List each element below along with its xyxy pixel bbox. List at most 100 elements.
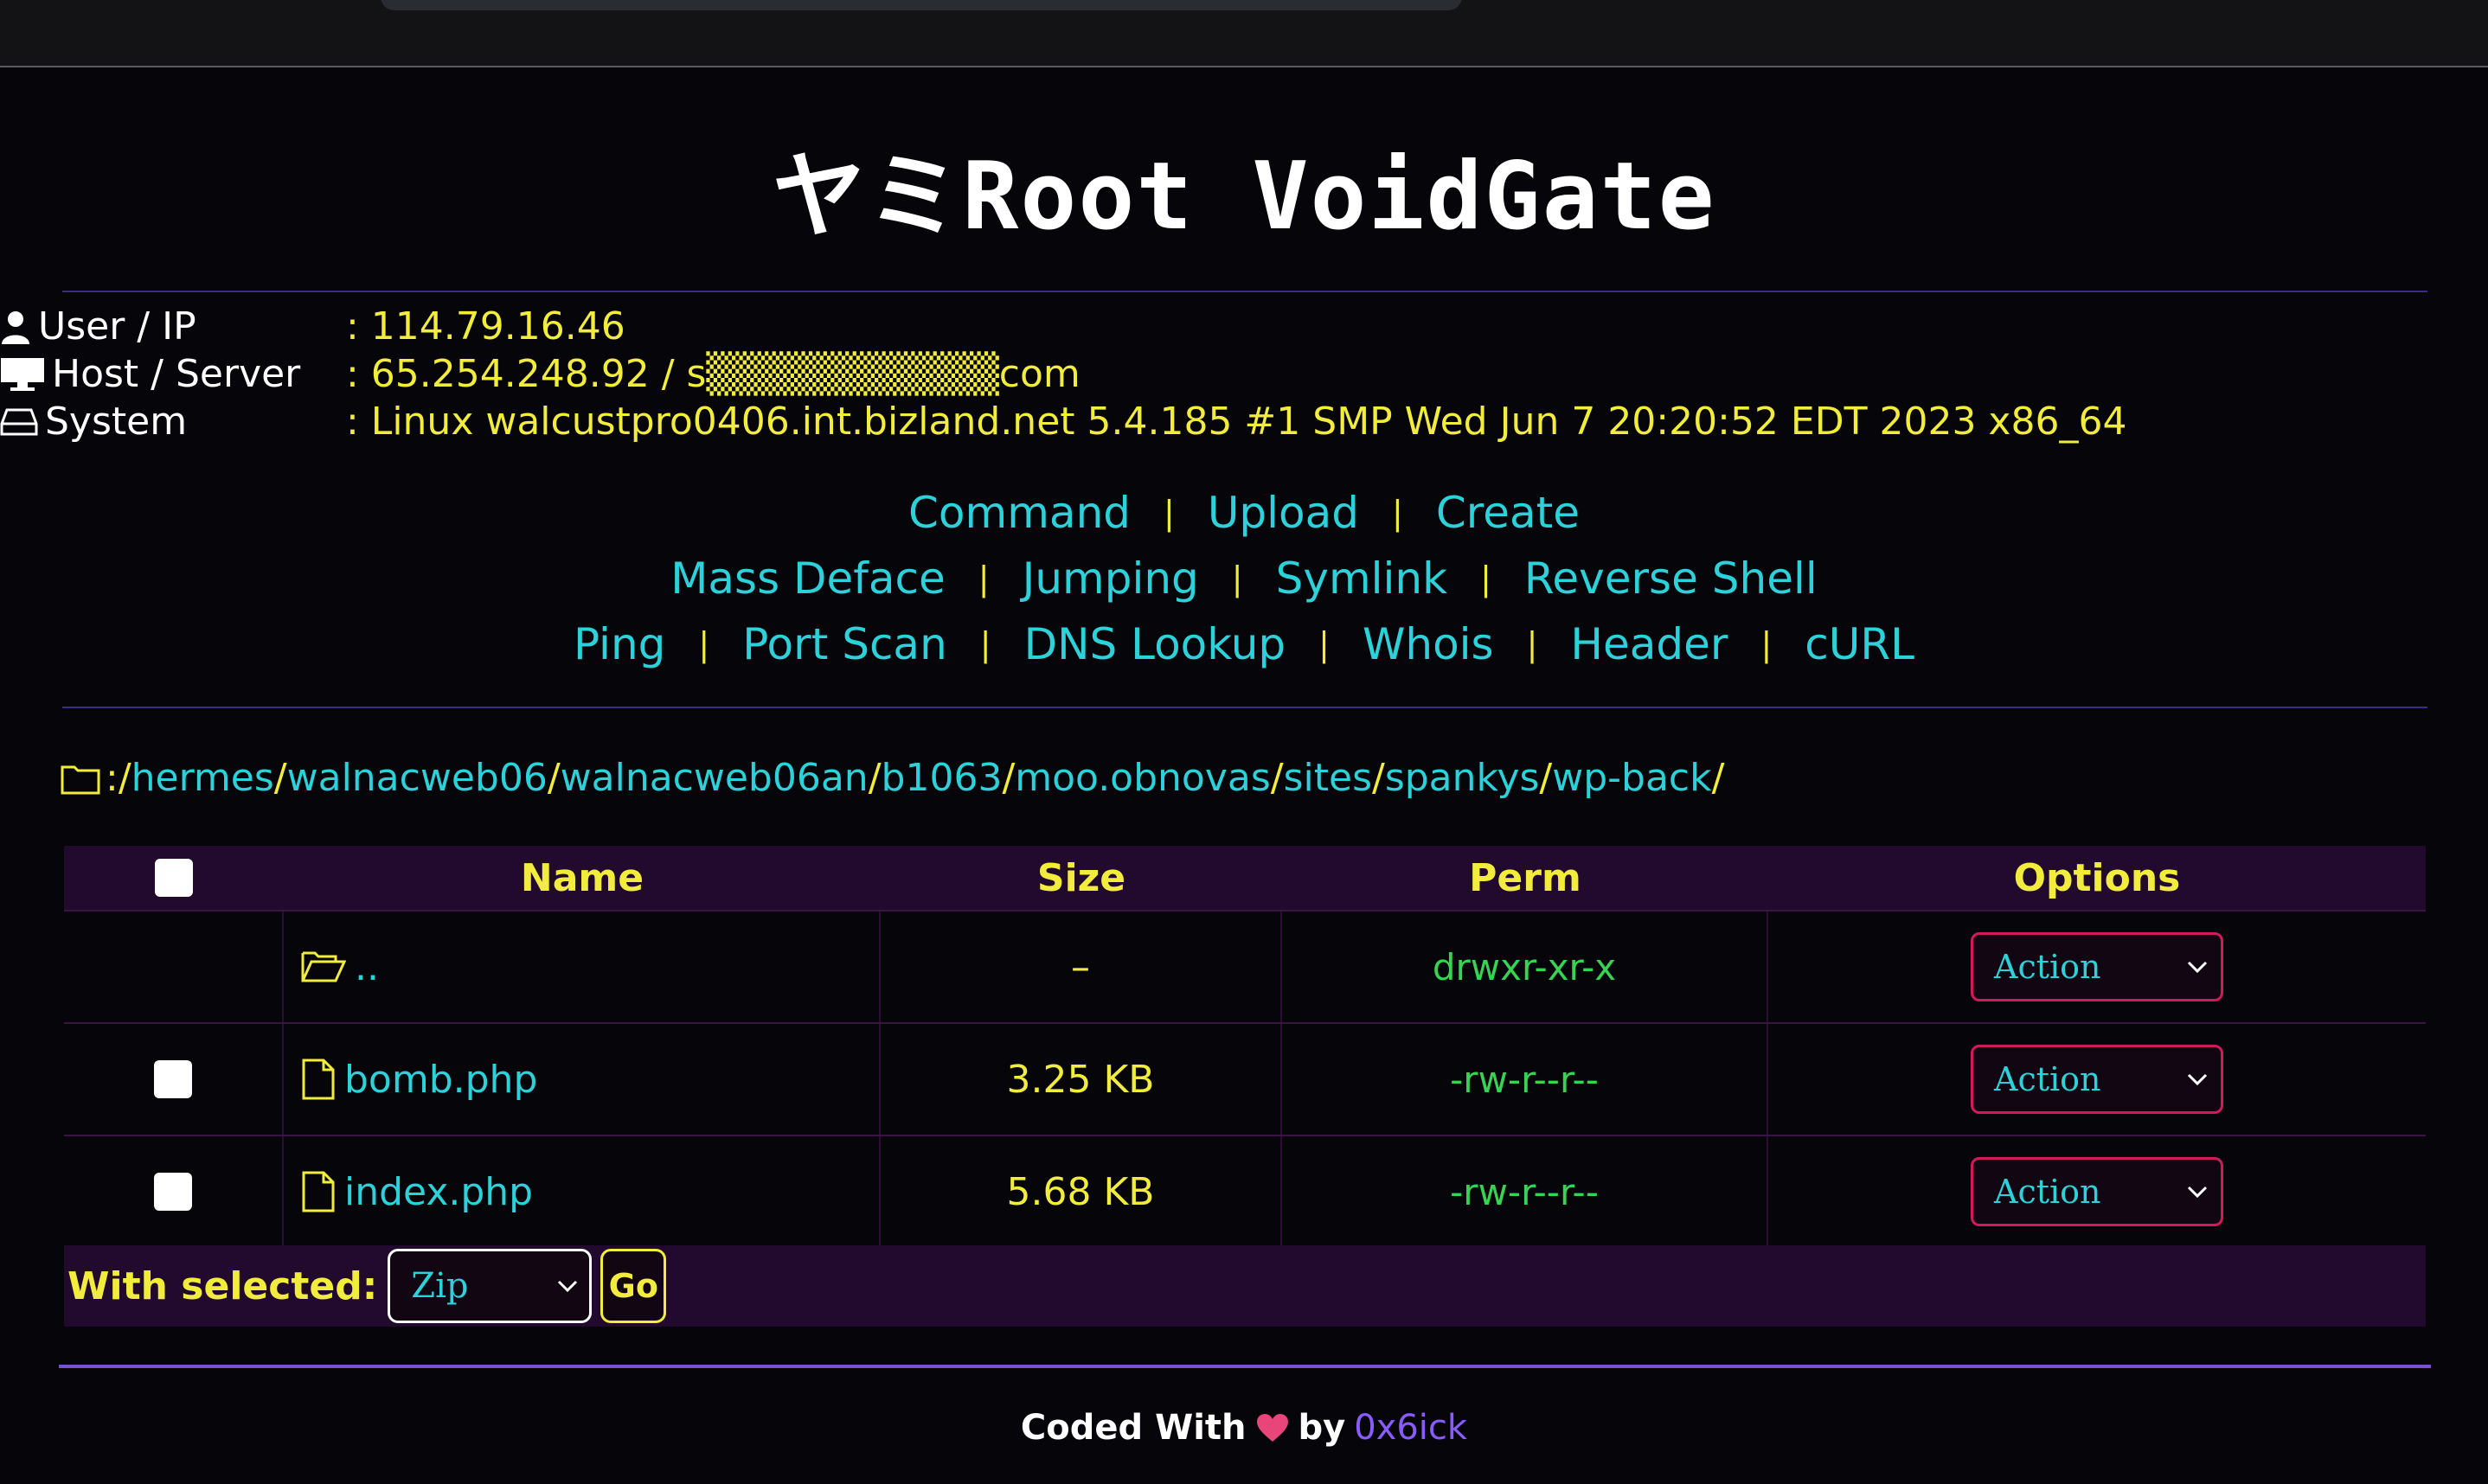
nav-separator: | [1318, 625, 1330, 663]
breadcrumb: : / hermes / walnacweb06 / walnacweb06an… [61, 756, 1724, 800]
chevron-down-icon [2187, 1073, 2208, 1086]
nav-line-2: Mass Deface | Jumping | Symlink | Revers… [0, 546, 2488, 611]
path-sep: / [1539, 756, 1553, 800]
table-row: index.php 5.68 KB -rw-r--r-- Action [64, 1136, 2426, 1249]
info-value-system: : Linux walcustpro0406.int.bizland.net 5… [346, 400, 2127, 444]
path-sep: / [273, 756, 287, 800]
monitor-icon [1, 357, 44, 391]
info-value-user: : 114.79.16.46 [346, 304, 625, 349]
path-sep: / [118, 756, 131, 800]
tool-nav: Command | Upload | Create Mass Deface | … [0, 480, 2488, 677]
nav-separator: | [1164, 494, 1175, 532]
path-sep: / [868, 756, 882, 800]
path-segment[interactable]: spankys [1385, 756, 1540, 800]
chevron-down-icon [2187, 1186, 2208, 1199]
chevron-down-icon [2187, 961, 2208, 974]
nav-dns-lookup[interactable]: DNS Lookup [1024, 611, 1286, 677]
nav-separator: | [1526, 625, 1538, 663]
bulk-action-bar: With selected: Zip Go [64, 1245, 2426, 1327]
path-sep: / [1270, 756, 1284, 800]
nav-curl[interactable]: cURL [1805, 611, 1914, 677]
header-options: Options [2013, 855, 2181, 900]
file-perm[interactable]: -rw-r--r-- [1282, 1136, 1768, 1247]
file-name-link[interactable]: index.php [344, 1170, 533, 1214]
header-size: Size [1036, 855, 1126, 900]
nav-line-1: Command | Upload | Create [0, 480, 2488, 546]
file-perm[interactable]: -rw-r--r-- [1282, 1024, 1768, 1135]
path-sep: / [1711, 756, 1725, 800]
divider-bottom [59, 1365, 2431, 1368]
path-prefix: : [106, 756, 119, 800]
action-select-value: Action [1994, 1060, 2101, 1098]
path-sep: / [547, 756, 561, 800]
action-select-value: Action [1994, 1173, 2101, 1211]
file-size: 3.25 KB [881, 1024, 1282, 1135]
action-select[interactable]: Action [1971, 932, 2223, 1001]
info-value-host: : 65.254.248.92 / s▒▒▒▒▒▒▒▒▒▒com [346, 352, 1080, 396]
nav-separator: | [1760, 625, 1773, 663]
path-segment[interactable]: hermes [131, 756, 274, 800]
file-size: 5.68 KB [881, 1136, 1282, 1247]
table-row: bomb.php 3.25 KB -rw-r--r-- Action [64, 1024, 2426, 1136]
nav-header[interactable]: Header [1570, 611, 1728, 677]
action-select[interactable]: Action [1971, 1045, 2223, 1114]
nav-separator: | [979, 625, 991, 663]
file-perm[interactable]: drwxr-xr-x [1282, 912, 1768, 1022]
path-segment[interactable]: moo.obnovas [1015, 756, 1271, 800]
page-title: ヤミRoot VoidGate [772, 143, 1716, 251]
credit-by: by [1298, 1408, 1346, 1448]
divider-middle [62, 707, 2427, 708]
path-segment[interactable]: sites [1284, 756, 1372, 800]
path-segment[interactable]: walnacweb06an [561, 756, 869, 800]
path-segment[interactable]: wp-back [1552, 756, 1711, 800]
nav-upload[interactable]: Upload [1208, 480, 1359, 546]
bulk-action-select[interactable]: Zip [388, 1249, 593, 1323]
action-select[interactable]: Action [1971, 1157, 2223, 1226]
file-table: Name Size Perm Options .. – drwxr-xr-x A… [64, 846, 2426, 1249]
nav-command[interactable]: Command [908, 480, 1131, 546]
row-checkbox[interactable] [154, 1173, 192, 1211]
user-icon [2, 310, 29, 344]
header-name: Name [520, 855, 644, 900]
nav-reverse-shell[interactable]: Reverse Shell [1524, 546, 1818, 611]
nav-create[interactable]: Create [1436, 480, 1580, 546]
nav-port-scan[interactable]: Port Scan [742, 611, 947, 677]
author-link[interactable]: 0x6ick [1354, 1408, 1467, 1448]
file-icon [302, 1059, 335, 1100]
row-checkbox[interactable] [154, 1060, 192, 1098]
drive-icon [0, 408, 38, 435]
nav-separator: | [1231, 560, 1243, 598]
divider-top [62, 291, 2427, 292]
nav-ping[interactable]: Ping [574, 611, 665, 677]
nav-symlink[interactable]: Symlink [1276, 546, 1447, 611]
table-row: .. – drwxr-xr-x Action [64, 912, 2426, 1024]
go-button[interactable]: Go [600, 1249, 667, 1323]
folder-icon [61, 765, 100, 794]
file-icon [302, 1171, 335, 1212]
nav-separator: | [1480, 560, 1491, 598]
path-segment[interactable]: walnacweb06 [287, 756, 548, 800]
chevron-down-icon [558, 1280, 578, 1293]
table-header: Name Size Perm Options [64, 846, 2426, 912]
address-bar[interactable] [381, 0, 1462, 10]
heart-icon [1256, 1414, 1288, 1442]
info-label-system: System [45, 400, 188, 444]
nav-separator: | [1392, 494, 1403, 532]
nav-mass-deface[interactable]: Mass Deface [670, 546, 946, 611]
path-sep: / [1002, 756, 1016, 800]
select-all-checkbox[interactable] [155, 859, 193, 897]
file-name-link[interactable]: bomb.php [344, 1058, 537, 1102]
folder-open-icon [301, 951, 346, 982]
nav-jumping[interactable]: Jumping [1023, 546, 1199, 611]
path-segment[interactable]: b1063 [882, 756, 1003, 800]
path-sep: / [1372, 756, 1385, 800]
credit-prefix: Coded With [1020, 1408, 1247, 1448]
action-select-value: Action [1994, 948, 2101, 986]
nav-whois[interactable]: Whois [1363, 611, 1494, 677]
file-name-link[interactable]: .. [355, 945, 379, 989]
file-size: – [881, 912, 1282, 1022]
bulk-action-value: Zip [411, 1266, 469, 1306]
browser-top-bar [0, 0, 2488, 67]
nav-separator: | [978, 560, 990, 598]
nav-line-3: Ping | Port Scan | DNS Lookup | Whois | … [0, 611, 2488, 677]
